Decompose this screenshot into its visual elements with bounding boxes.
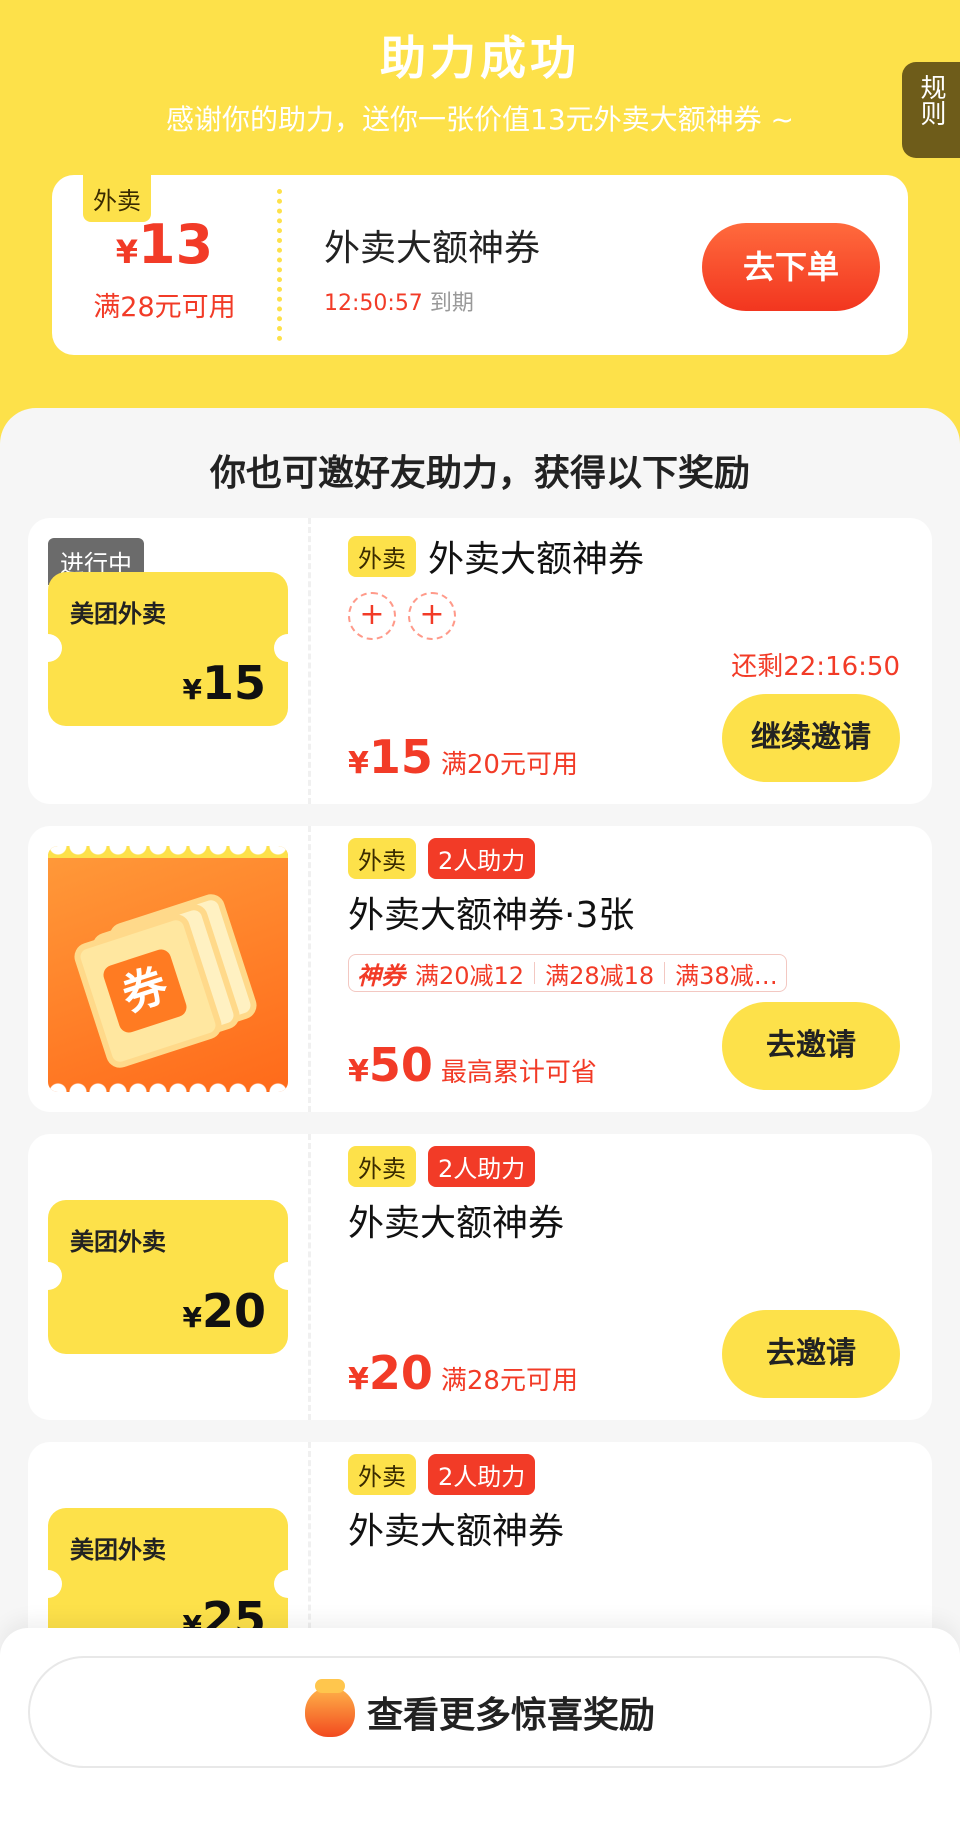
card-tags: 外卖 外卖大额神券	[348, 530, 644, 582]
more-rewards-label: 查看更多惊喜奖励	[366, 1695, 655, 1736]
card-title: 外卖大额神券·3张	[348, 895, 635, 936]
strip-item: 满38减…	[675, 961, 778, 990]
ticket-value-number: 20	[201, 1284, 266, 1338]
reward-card: 进行中 美团外卖 ¥15 外卖 外卖大额神券 + + 还剩22:16:50 ¥1…	[28, 518, 932, 804]
price-note: 满28元可用	[440, 1366, 578, 1396]
invite-button[interactable]: 去邀请	[722, 1002, 900, 1090]
header: 助力成功 感谢你的助力，送你一张价值13元外卖大额神券 ~ 规则 外卖 ¥13 …	[0, 0, 960, 460]
expiry-time: 12:50:57	[324, 291, 423, 316]
rules-button[interactable]: 规则	[902, 62, 960, 158]
page-title: 助力成功	[380, 31, 580, 85]
category-tag: 外卖	[348, 1454, 416, 1495]
card-price: ¥20 满28元可用	[348, 1346, 578, 1400]
invite-button[interactable]: 去邀请	[722, 1310, 900, 1398]
strip-brand: 神券	[357, 961, 405, 990]
continue-invite-button[interactable]: 继续邀请	[722, 694, 900, 782]
wave-edge	[48, 1080, 288, 1092]
reward-card: 券 外卖 2人助力 外卖大额神券·3张 神券 满20减12 满28减18 满38…	[28, 826, 932, 1112]
card-content: 外卖 2人助力 外卖大额神券·3张 神券 满20减12 满28减18 满38减……	[348, 826, 918, 1112]
ticket-art: 美团外卖 ¥20	[34, 1200, 302, 1354]
ticket-brand: 美团外卖	[70, 600, 166, 628]
currency-symbol: ¥	[182, 1301, 202, 1334]
price-note: 最高累计可省	[440, 1058, 597, 1088]
strip-separator	[534, 962, 536, 984]
ticket-value-number: 15	[201, 656, 266, 710]
card-title: 外卖大额神券	[348, 1203, 565, 1244]
coupon-name: 外卖大额神券	[324, 228, 541, 269]
currency-symbol: ¥	[348, 1054, 369, 1089]
coupon-ticket-icon: 券	[48, 846, 288, 1092]
card-divider	[308, 518, 311, 804]
card-divider	[308, 1134, 311, 1420]
countdown: 还剩22:16:50	[731, 652, 900, 682]
plus-icon[interactable]: +	[348, 592, 396, 640]
strip-item: 满28减18	[545, 961, 655, 990]
reward-card: 美团外卖 ¥20 外卖 2人助力 外卖大额神券 ¥20 满28元可用 去邀请	[28, 1134, 932, 1420]
ticket-value: ¥20	[183, 1284, 267, 1338]
coupon-amount-value: 13	[138, 213, 214, 276]
price-note: 满20元可用	[440, 750, 578, 780]
strip-item: 满20减12	[415, 961, 525, 990]
category-tag: 外卖	[348, 535, 416, 577]
ticket-brand: 美团外卖	[70, 1536, 166, 1564]
help-count-tag: 2人助力	[428, 1454, 536, 1495]
card-content: 外卖 2人助力 外卖大额神券 ¥20 满28元可用 去邀请	[348, 1134, 918, 1420]
expiry-suffix: 到期	[429, 291, 474, 316]
lucky-bag-icon	[304, 1679, 355, 1737]
category-tag: 外卖	[348, 1146, 416, 1187]
coupon-expiry: 12:50:57 到期	[324, 285, 474, 317]
card-price: ¥15 满20元可用	[348, 730, 578, 784]
currency-symbol: ¥	[182, 673, 202, 706]
card-price: ¥50 最高累计可省	[348, 1038, 597, 1092]
coupon-divider	[277, 189, 282, 341]
rules-label: 规则	[916, 74, 946, 126]
coupon-condition: 满28元可用	[93, 292, 236, 323]
currency-symbol: ¥	[348, 1362, 369, 1397]
more-rewards-button[interactable]: 查看更多惊喜奖励	[28, 1656, 932, 1768]
strip-separator	[664, 962, 666, 984]
coupon-amount: ¥13	[52, 213, 277, 276]
go-order-button[interactable]: 去下单	[702, 223, 880, 311]
card-title: 外卖大额神券	[348, 1511, 565, 1552]
plus-icon[interactable]: +	[408, 592, 456, 640]
card-content: 外卖 外卖大额神券 + + 还剩22:16:50 ¥15 满20元可用 继续邀请	[348, 518, 918, 804]
ticket-art: 美团外卖 ¥15	[34, 572, 302, 726]
wave-edge	[48, 846, 288, 858]
card-divider	[308, 826, 311, 1112]
card-tags: 外卖 2人助力	[348, 1454, 536, 1495]
ticket-value: ¥15	[183, 656, 267, 710]
rewards-title: 你也可邀好友助力，获得以下奖励	[209, 453, 750, 494]
help-count-tag: 2人助力	[428, 838, 536, 879]
received-coupon-value: 外卖 ¥13 满28元可用	[52, 175, 277, 355]
help-count-tag: 2人助力	[428, 1146, 536, 1187]
helper-slots: + +	[348, 592, 456, 640]
price-value: 15	[368, 730, 433, 784]
ticket-brand: 美团外卖	[70, 1228, 166, 1256]
currency-symbol: ¥	[348, 746, 369, 781]
rewards-panel: 你也可邀好友助力，获得以下奖励 进行中 美团外卖 ¥15 外卖 外卖大额神券 +…	[0, 408, 960, 1838]
card-tags: 外卖 2人助力	[348, 1146, 536, 1187]
received-coupon: 外卖 ¥13 满28元可用 外卖大额神券 12:50:57 到期 去下单	[52, 175, 908, 355]
price-value: 50	[368, 1038, 433, 1092]
price-value: 20	[368, 1346, 433, 1400]
card-title: 外卖大额神券	[428, 539, 645, 580]
card-tags: 外卖 2人助力	[348, 838, 536, 879]
page-subtitle: 感谢你的助力，送你一张价值13元外卖大额神券 ~	[166, 103, 794, 136]
coupon-list-strip: 神券 满20减12 满28减18 满38减…	[348, 954, 787, 992]
category-tag: 外卖	[348, 838, 416, 879]
currency-symbol: ¥	[115, 233, 139, 271]
